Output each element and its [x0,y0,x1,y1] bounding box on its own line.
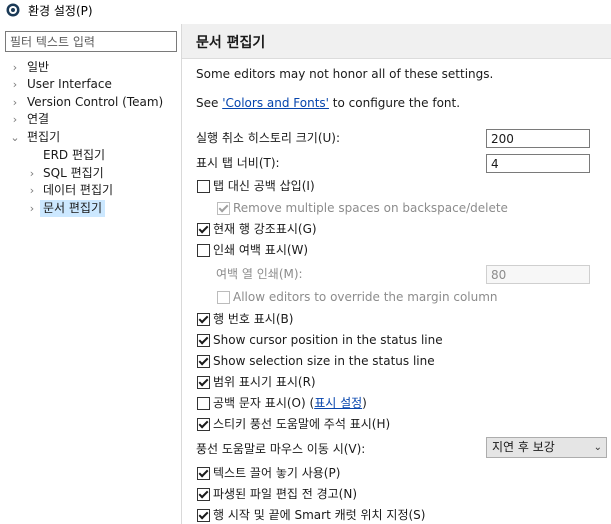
tree-item-label: 편집기 [27,130,61,144]
checkbox-label-text: 공백 문자 표시(O) ( [213,396,315,410]
checkbox-label: Show cursor position in the status line [213,333,443,347]
page-header: 문서 편집기 [182,24,611,59]
checkbox-icon[interactable] [197,509,210,522]
font-hint-suffix: to configure the font. [328,96,461,110]
tree-item-label: 일반 [27,60,50,74]
chevron-right-icon[interactable]: › [9,94,21,111]
checkbox-label: 행 시작 및 끝에 Smart 캐럿 위치 지정(S) [213,508,426,522]
checkbox-label: 공백 문자 표시(O) (표시 설정) [213,394,367,412]
tree-item-label: 데이터 편집기 [43,183,114,197]
checkbox-icon[interactable] [197,397,210,410]
tree-item-label: 문서 편집기 [40,200,106,217]
app-icon [6,3,20,17]
chevron-right-icon[interactable]: › [9,76,21,93]
checkbox-label: 스티키 풍선 도움말에 주석 표시(H) [213,417,391,431]
window-titlebar: 환경 설정(P) [0,0,611,24]
checkbox-label: 인쇄 여백 표시(W) [213,243,309,257]
tree-item-label: User Interface [27,77,112,91]
checkbox-icon[interactable] [197,334,210,347]
chevron-right-icon[interactable]: › [9,59,21,76]
tree-item-label: Version Control (Team) [27,95,164,109]
checkbox-icon[interactable] [197,376,210,389]
checkbox-icon[interactable] [217,202,230,215]
tree-item-label: 연결 [27,112,50,126]
checkbox-label-suffix: ) [362,396,367,410]
checkbox-label: Remove multiple spaces on backspace/dele… [233,201,508,215]
checkbox-icon[interactable] [197,488,210,501]
print-margin-column-field[interactable]: 80 [486,265,590,284]
hover-select-value: 지연 후 보강 [492,440,555,454]
checkbox-icon[interactable] [217,291,230,304]
checkbox-icon[interactable] [197,355,210,368]
checkbox-label: 행 번호 표시(B) [213,312,294,326]
preferences-nav: › 일반 › User Interface › Version Control … [0,24,181,524]
undo-history-field[interactable]: 200 [486,129,590,148]
checkbox-icon[interactable] [197,467,210,480]
checkbox-icon[interactable] [197,223,210,236]
checkbox-label: 범위 표시기 표시(R) [213,375,316,389]
checkbox-label: 텍스트 끌어 놓기 사용(P) [213,466,341,480]
chevron-right-icon[interactable]: › [26,200,38,217]
tree-item-label: SQL 편집기 [43,166,104,180]
tab-width-field[interactable]: 4 [486,154,590,173]
tree-item-label: ERD 편집기 [43,148,106,162]
checkbox-icon[interactable] [197,418,210,431]
chevron-down-icon[interactable]: ⌄ [594,438,602,457]
chevron-right-icon[interactable]: › [9,111,21,128]
checkbox-label: 파생된 파일 편집 전 경고(N) [213,487,357,501]
colors-and-fonts-link[interactable]: 'Colors and Fonts' [222,96,329,110]
notice-text: Some editors may not honor all of these … [196,67,494,81]
checkbox-icon[interactable] [197,313,210,326]
tab-width-label: 표시 탭 너비(T): [196,156,280,170]
print-margin-column-label: 여백 열 인쇄(M): [216,267,303,281]
font-hint: See 'Colors and Fonts' to configure the … [196,94,460,112]
checkbox-icon[interactable] [197,180,210,193]
checkbox-label: Show selection size in the status line [213,354,435,368]
chevron-right-icon[interactable]: › [26,165,38,182]
page-title: 문서 편집기 [196,35,266,51]
hover-label: 풍선 도움말로 마우스 이동 시(V): [196,442,366,456]
filter-input[interactable] [5,31,177,52]
chevron-right-icon[interactable]: › [26,182,38,199]
whitespace-settings-link[interactable]: 표시 설정 [314,396,362,410]
font-hint-prefix: See [196,96,223,110]
undo-history-label: 실행 취소 히스토리 크기(U): [196,131,341,145]
window-title: 환경 설정(P) [28,4,93,18]
checkbox-label: 탭 대신 공백 삽입(I) [213,179,315,193]
checkbox-label: Allow editors to override the margin col… [233,290,498,304]
preference-page: 문서 편집기 Some editors may not honor all of… [182,24,611,524]
checkbox-icon[interactable] [197,244,210,257]
chevron-down-icon[interactable]: ⌄ [9,129,21,146]
hover-select[interactable]: 지연 후 보강 ⌄ [486,437,607,458]
checkbox-label: 현재 행 강조표시(G) [213,222,317,236]
